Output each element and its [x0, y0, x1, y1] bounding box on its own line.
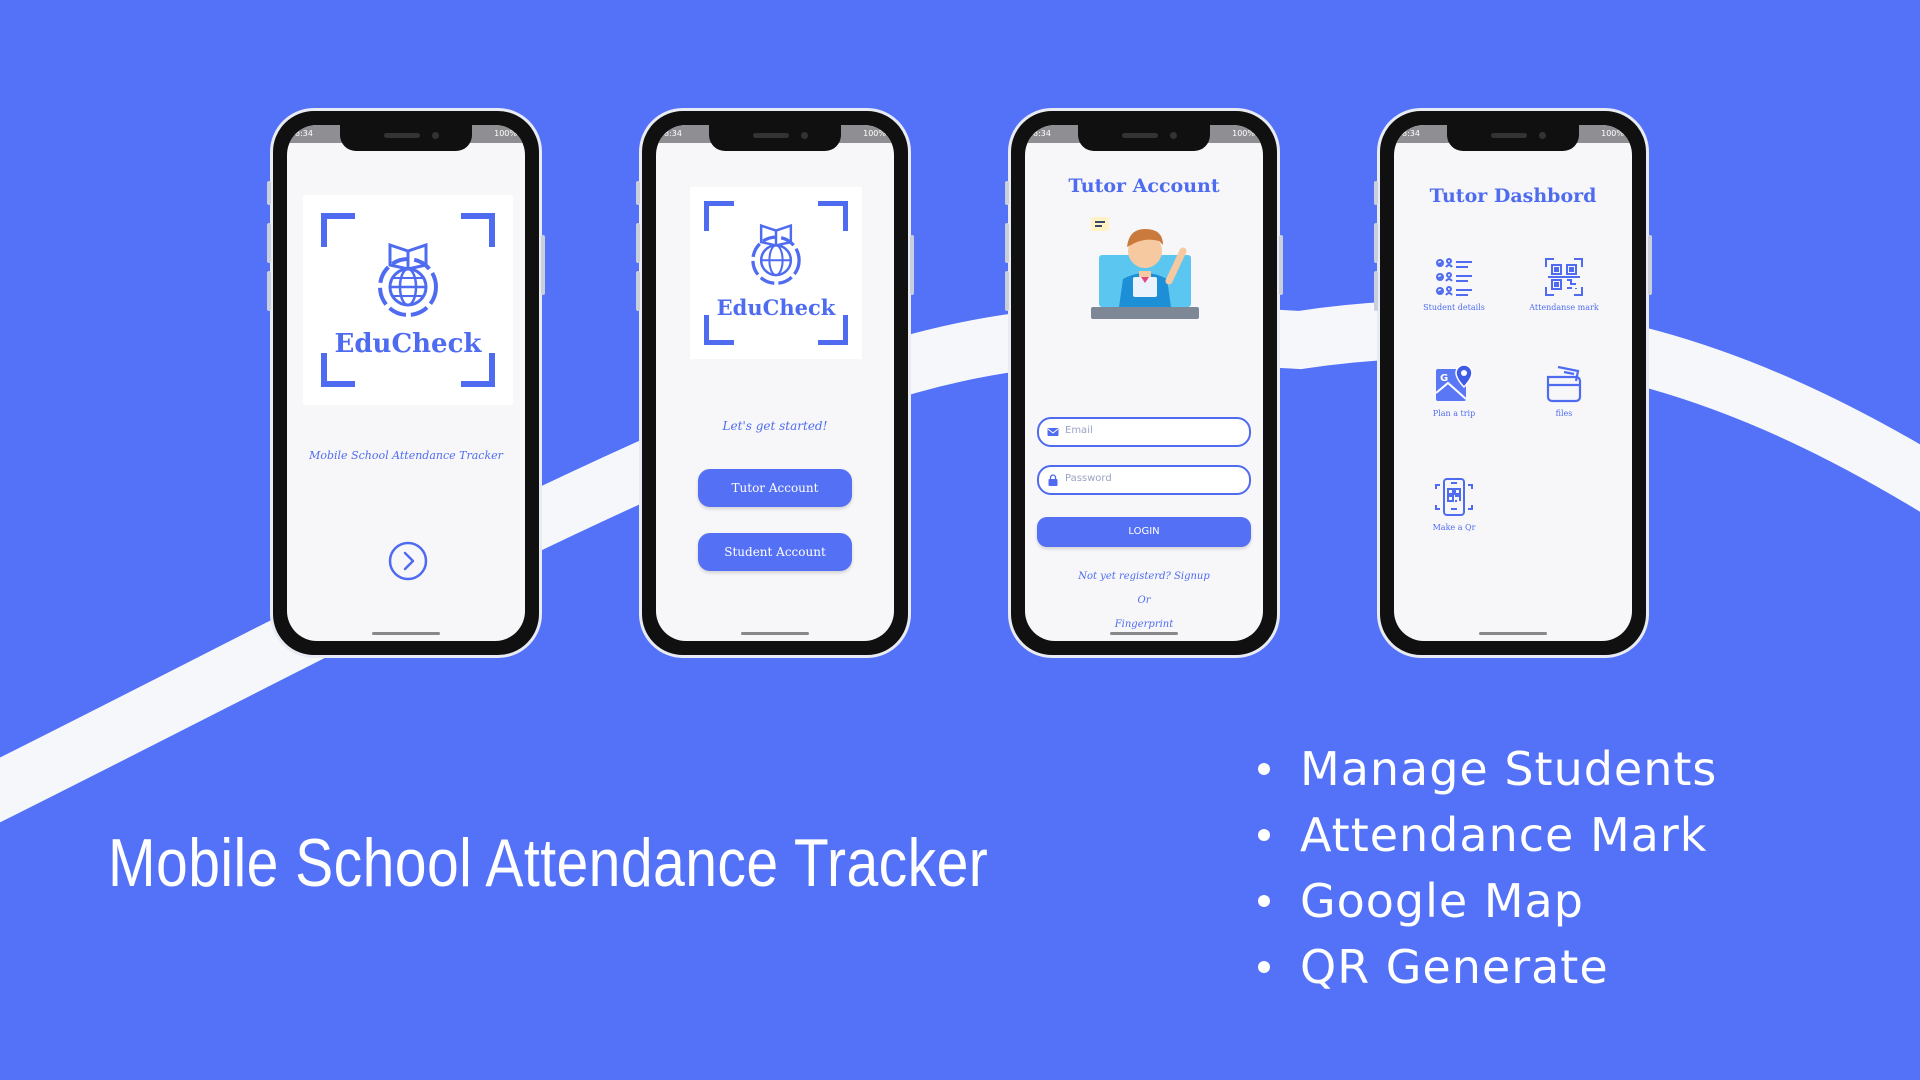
- tutor-account-button[interactable]: Tutor Account: [698, 469, 852, 507]
- bullet-icon: [1258, 829, 1270, 841]
- feature-item: Manage Students: [1256, 736, 1717, 802]
- signup-link[interactable]: Not yet registerd? Signup: [1025, 571, 1263, 582]
- dashboard-item-label: Attendanse mark: [1529, 303, 1599, 312]
- splash-subtitle: Mobile School Attendance Tracker: [309, 449, 503, 462]
- notch: [1078, 125, 1210, 151]
- logo-text: EduCheck: [334, 329, 482, 359]
- notch: [1447, 125, 1579, 151]
- map-pin-icon: G: [1435, 364, 1473, 401]
- status-battery: 100%: [1232, 129, 1255, 138]
- educheck-logo: EduCheck: [303, 195, 513, 405]
- phone-splash: 8:34 100% EduCheck Mobile School Attenda…: [267, 108, 545, 658]
- home-indicator: [741, 632, 809, 635]
- status-time: 8:34: [295, 129, 313, 138]
- dashboard-item-attendance-mark[interactable]: Attendanse mark: [1516, 257, 1612, 312]
- checklist-icon: [1436, 258, 1472, 296]
- chevron-right-circle-icon: [388, 541, 428, 581]
- home-indicator: [372, 632, 440, 635]
- globe-book-icon: [751, 223, 801, 285]
- qr-scan-icon: [1545, 258, 1583, 296]
- notch: [709, 125, 841, 151]
- phone-tutor-login: 8:34 100% Tutor Account Email Password L…: [1005, 108, 1283, 658]
- phone-get-started: 8:34 100% EduCheck Let's get started! Tu…: [636, 108, 914, 658]
- email-field[interactable]: Email: [1037, 417, 1251, 447]
- bullet-icon: [1258, 763, 1270, 775]
- feature-list: Manage Students Attendance Mark Google M…: [1256, 736, 1717, 1000]
- dashboard-item-student-details[interactable]: Student details: [1406, 257, 1502, 312]
- fingerprint-link[interactable]: Fingerprint: [1025, 619, 1263, 630]
- next-button[interactable]: [388, 541, 428, 581]
- dashboard-item-plan-a-trip[interactable]: G Plan a trip: [1406, 363, 1502, 418]
- educheck-logo: EduCheck: [690, 187, 862, 359]
- status-battery: 100%: [1601, 129, 1624, 138]
- tutor-illustration: [1091, 217, 1199, 319]
- dashboard-item-label: files: [1555, 409, 1573, 418]
- home-indicator: [1479, 632, 1547, 635]
- splash-screen: 8:34 100% EduCheck Mobile School Attenda…: [287, 125, 525, 641]
- bullet-icon: [1258, 961, 1270, 973]
- get-started-prompt: Let's get started!: [722, 419, 828, 433]
- status-time: 8:34: [664, 129, 682, 138]
- phone-tutor-dashboard: 8:34 100% Tutor Dashbord Student details…: [1374, 108, 1652, 658]
- feature-label: Attendance Mark: [1300, 808, 1708, 862]
- get-started-screen: 8:34 100% EduCheck Let's get started! Tu…: [656, 125, 894, 641]
- notch: [340, 125, 472, 151]
- page-title: Tutor Dashbord: [1429, 185, 1597, 207]
- feature-label: Google Map: [1300, 874, 1584, 928]
- mail-icon: [1047, 428, 1059, 436]
- email-placeholder: Email: [1065, 425, 1093, 436]
- lock-icon: [1048, 474, 1058, 486]
- qr-phone-icon: [1435, 478, 1473, 516]
- folder-icon: [1546, 365, 1582, 403]
- student-account-button[interactable]: Student Account: [698, 533, 852, 571]
- bullet-icon: [1258, 895, 1270, 907]
- feature-item: QR Generate: [1256, 934, 1717, 1000]
- feature-label: QR Generate: [1300, 940, 1609, 994]
- tutor-dashboard-screen: 8:34 100% Tutor Dashbord Student details…: [1394, 125, 1632, 641]
- password-field[interactable]: Password: [1037, 465, 1251, 495]
- home-indicator: [1110, 632, 1178, 635]
- dashboard-item-label: Plan a trip: [1432, 409, 1476, 418]
- headline: Mobile School Attendance Tracker: [108, 825, 989, 901]
- dashboard-item-label: Make a Qr: [1432, 523, 1476, 532]
- tutor-login-screen: 8:34 100% Tutor Account Email Password L…: [1025, 125, 1263, 641]
- svg-text:G: G: [1440, 373, 1448, 384]
- dashboard-item-label: Student details: [1423, 303, 1485, 312]
- dashboard-item-files[interactable]: files: [1516, 363, 1612, 418]
- feature-label: Manage Students: [1300, 742, 1718, 796]
- feature-item: Google Map: [1256, 868, 1717, 934]
- login-button[interactable]: LOGIN: [1037, 517, 1251, 547]
- password-placeholder: Password: [1065, 473, 1112, 484]
- dashboard-item-make-a-qr[interactable]: Make a Qr: [1406, 477, 1502, 532]
- status-battery: 100%: [863, 129, 886, 138]
- globe-book-icon: [378, 242, 438, 317]
- status-battery: 100%: [494, 129, 517, 138]
- page-title: Tutor Account: [1068, 175, 1220, 197]
- logo-text: EduCheck: [716, 295, 836, 320]
- status-time: 8:34: [1033, 129, 1051, 138]
- or-text: Or: [1137, 595, 1151, 606]
- status-time: 8:34: [1402, 129, 1420, 138]
- feature-item: Attendance Mark: [1256, 802, 1717, 868]
